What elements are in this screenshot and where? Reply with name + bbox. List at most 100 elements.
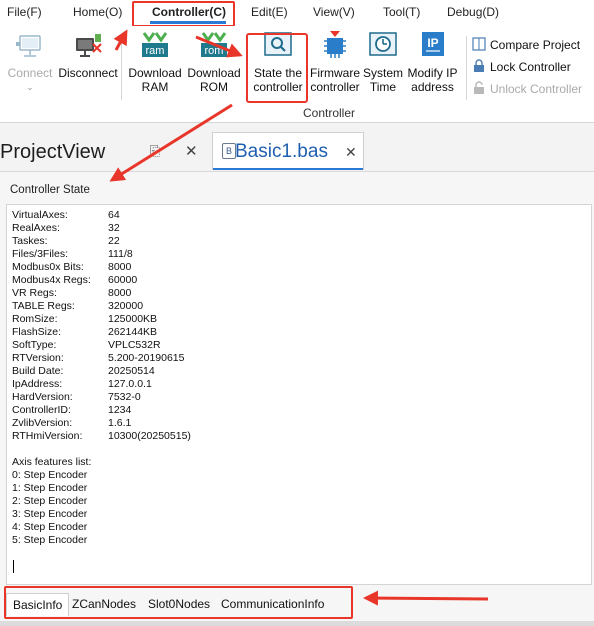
chevron-down-icon: ⌄ <box>26 82 34 92</box>
menu-home[interactable]: Home(O) <box>73 5 122 19</box>
controller-state-textbox[interactable]: VirtualAxes: 64 RealAxes: 32 Taskes: 22 Files/… <box>6 204 592 585</box>
state-info-value: 111/8 <box>108 248 133 260</box>
state-info-value: 125000KB <box>108 313 158 325</box>
state-info-key: ControllerID: <box>12 404 71 416</box>
controller-menu-highlight-box <box>132 1 235 27</box>
state-info-key: RealAxes: <box>12 222 60 234</box>
download-ram-button[interactable]: ram Download RAM <box>126 30 184 94</box>
unlock-controller-button[interactable]: Unlock Controller <box>472 81 582 96</box>
project-view-title: ProjectView <box>0 141 106 163</box>
controller-state-panel: Controller State VirtualAxes: 64 RealAxes:… <box>0 171 594 626</box>
state-info-key: IpAddress: <box>12 378 63 390</box>
system-time-button[interactable]: System Time <box>362 30 404 94</box>
modify-ip-label-2: address <box>411 80 454 94</box>
download-rom-label-1: Download <box>187 66 241 80</box>
compare-project-button[interactable]: Compare Project <box>472 37 580 52</box>
ribbon-separator <box>121 36 122 100</box>
connect-button[interactable]: Connect ⌄ <box>5 30 55 94</box>
lock-controller-button[interactable]: Lock Controller <box>472 59 571 74</box>
system-time-label-2: Time <box>369 80 397 94</box>
modify-ip-button[interactable]: IP Modify IP address <box>405 30 460 94</box>
disconnect-icon <box>76 34 102 57</box>
axis-feature-line: 5: Step Encoder <box>12 534 88 546</box>
bottom-tabs-highlight-box <box>4 586 353 619</box>
state-info-value: 8000 <box>108 261 132 273</box>
state-info-value: 64 <box>108 209 120 221</box>
tab-active-accent <box>213 168 363 170</box>
disconnect-label: Disconnect <box>58 66 118 80</box>
state-info-key: Taskes: <box>12 235 48 247</box>
state-info-key: FlashSize: <box>12 326 62 338</box>
axis-feature-line: 3: Step Encoder <box>12 508 88 520</box>
rom-icon-text: rom <box>205 45 224 57</box>
state-info-key: Build Date: <box>12 365 64 377</box>
menu-view[interactable]: View(V) <box>313 5 355 19</box>
ip-icon-text: IP <box>427 36 438 50</box>
state-info-key: ZvlibVersion: <box>12 417 73 429</box>
compare-icon <box>472 37 486 51</box>
menu-edit[interactable]: Edit(E) <box>251 5 288 19</box>
menu-bar: File(F) Home(O) Controller(C) Edit(E) Vi… <box>0 0 594 26</box>
state-info-value: 262144KB <box>108 326 158 338</box>
connect-label: Connect <box>7 66 53 80</box>
state-info-key: Modbus0x Bits: <box>12 261 84 273</box>
state-info-key: TABLE Regs: <box>12 300 75 312</box>
download-ram-label-1: Download <box>128 66 182 80</box>
firmware-label-2: controller <box>310 80 360 94</box>
text-caret <box>13 560 14 573</box>
state-info-value: VPLC532R <box>108 339 161 351</box>
axis-feature-line: 1: Step Encoder <box>12 482 88 494</box>
download-ram-icon: ram <box>142 32 168 57</box>
axis-feature-line: 4: Step Encoder <box>12 521 88 533</box>
state-info-key: Modbus4x Regs: <box>12 274 91 286</box>
state-info-value: 10300(20250515) <box>108 430 191 442</box>
download-rom-icon: rom <box>201 32 227 57</box>
download-rom-button[interactable]: rom Download ROM <box>186 30 242 94</box>
state-info-key: VR Regs: <box>12 287 57 299</box>
ram-icon-text: ram <box>146 45 165 57</box>
menu-debug[interactable]: Debug(D) <box>447 5 499 19</box>
state-info-value: 7532-0 <box>108 391 141 403</box>
close-icon[interactable]: ✕ <box>345 144 357 161</box>
clock-icon <box>369 32 397 56</box>
tab-basic1-bas[interactable]: B Basic1.bas ✕ <box>212 132 364 170</box>
menu-file[interactable]: File(F) <box>7 5 42 19</box>
state-info-value: 1.6.1 <box>108 417 132 429</box>
state-info-value: 22 <box>108 235 120 247</box>
compare-project-label: Compare Project <box>490 38 581 52</box>
panel-title: Controller State <box>10 184 90 196</box>
state-info-key: SoftType: <box>12 339 57 351</box>
ribbon-separator <box>466 36 467 100</box>
state-button-highlight-box <box>246 33 308 103</box>
tab-label: Basic1.bas <box>235 141 328 162</box>
menu-tool[interactable]: Tool(T) <box>383 5 420 19</box>
pin-icon[interactable]: ⎘ <box>150 143 160 159</box>
disconnect-button[interactable]: Disconnect <box>57 30 119 80</box>
state-info-value: 60000 <box>108 274 138 286</box>
system-time-label-1: System <box>362 66 403 80</box>
axis-feature-line: 2: Step Encoder <box>12 495 88 507</box>
connect-icon <box>16 35 41 57</box>
firmware-label-1: Firmware <box>310 66 360 80</box>
state-info-key: RomSize: <box>12 313 58 325</box>
state-info-value: 320000 <box>108 300 144 312</box>
state-info-value: 1234 <box>108 404 132 416</box>
modify-ip-label-1: Modify IP <box>407 66 458 80</box>
state-info-value: 32 <box>108 222 120 234</box>
close-icon[interactable]: ✕ <box>185 142 198 160</box>
firmware-controller-button[interactable]: Firmware controller <box>309 30 361 94</box>
chip-icon <box>324 31 346 58</box>
ip-icon: IP <box>421 32 444 56</box>
unlock-controller-label: Unlock Controller <box>490 82 583 96</box>
state-info-key: RTHmiVersion: <box>12 430 83 442</box>
state-info-key: VirtualAxes: <box>12 209 68 221</box>
file-icon: B <box>222 143 236 159</box>
axis-features-title: Axis features list: <box>12 456 92 468</box>
unlock-icon <box>474 81 484 94</box>
state-info-key: HardVersion: <box>12 391 73 403</box>
download-rom-label-2: ROM <box>200 80 228 94</box>
state-info-value: 20250514 <box>108 365 155 377</box>
state-info-key: RTVersion: <box>12 352 64 364</box>
state-info-value: 8000 <box>108 287 132 299</box>
lock-controller-label: Lock Controller <box>490 60 571 74</box>
